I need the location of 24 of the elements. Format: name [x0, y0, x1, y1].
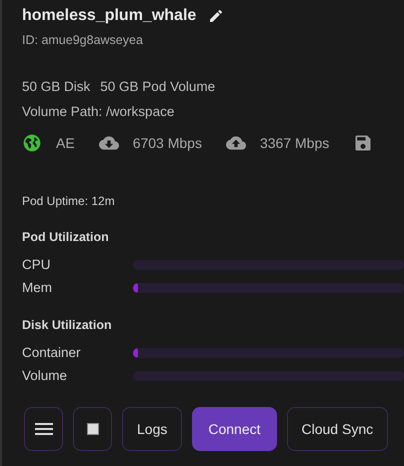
action-button[interactable]: Connect: [192, 407, 277, 451]
pod-uptime: Pod Uptime: 12m: [22, 194, 116, 208]
meter-label: CPU: [22, 257, 52, 272]
pencil-icon[interactable]: [208, 8, 224, 24]
disk-size: 50 GB Disk: [22, 79, 90, 94]
action-button[interactable]: Logs: [122, 407, 182, 451]
stat-value: AE: [56, 135, 75, 151]
section-heading: Pod Utilization: [22, 230, 110, 244]
volume-size: 50 GB Pod Volume: [100, 79, 216, 94]
stop-button[interactable]: [73, 407, 112, 451]
menu-icon: [34, 422, 52, 436]
menu-button[interactable]: [24, 407, 63, 451]
section-heading: Disk Utilization: [22, 318, 113, 332]
stat-value: 3367 Mbps: [260, 135, 330, 151]
meter-label: Container: [22, 345, 82, 360]
stop-icon: [86, 423, 98, 435]
meter-label: Mem: [22, 280, 53, 295]
globe-icon: [22, 133, 42, 153]
stat-value: 6703 Mbps: [132, 135, 202, 151]
pod-id: ID: amue9g8awseyea: [22, 33, 144, 47]
pod-name: homeless_plum_whale: [22, 7, 196, 25]
action-button[interactable]: Cloud Sync: [286, 407, 388, 451]
meter-label: Volume: [22, 368, 68, 383]
volume-path: Volume Path: /workspace: [22, 104, 176, 119]
